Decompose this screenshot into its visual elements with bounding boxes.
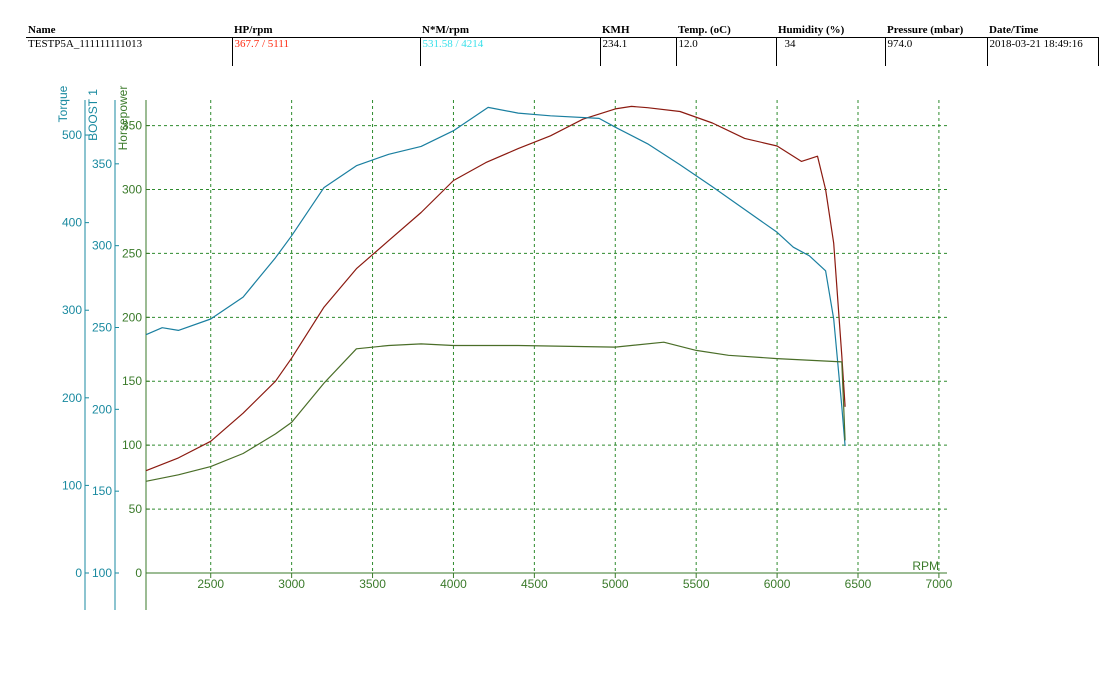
x-tick-label: 4500 (521, 577, 548, 591)
grid (146, 100, 947, 573)
y-tick-label: 300 (92, 239, 112, 253)
y-tick-label: 250 (122, 246, 142, 260)
series-line-boost-1 (145, 341, 846, 482)
y-axis-title: Horsepower (116, 86, 130, 151)
x-tick-label: 5500 (683, 577, 710, 591)
y-tick-label: 200 (62, 391, 82, 405)
y-tick-label: 100 (92, 566, 112, 580)
y-tick-label: 100 (122, 438, 142, 452)
y-tick-label: 350 (92, 157, 112, 171)
x-tick-label: 2500 (197, 577, 224, 591)
y-tick-label: 100 (62, 478, 82, 492)
x-tick-label: 5000 (602, 577, 629, 591)
x-tick-label: 4000 (440, 577, 467, 591)
y-tick-label: 150 (92, 484, 112, 498)
y-axis-title: Torque (56, 85, 70, 122)
x-tick-label: 6000 (764, 577, 791, 591)
x-tick-label: 3000 (278, 577, 305, 591)
y-tick-label: 250 (92, 320, 112, 334)
y-axis-title: BOOST 1 (86, 89, 100, 141)
y-tick-label: 400 (62, 216, 82, 230)
series (145, 105, 846, 482)
x-tick-label: 6500 (845, 577, 872, 591)
y-tick-label: 500 (62, 128, 82, 142)
axes: 2500 3000 3500 4000 4500 5000 5500 6000 6500 7000… (56, 85, 953, 610)
x-axis-label: RPM (912, 559, 939, 573)
dyno-chart: 2500 3000 3500 4000 4500 5000 5500 6000 6500 7000… (56, 85, 953, 610)
y-tick-label: 0 (135, 566, 142, 580)
y-tick-label: 50 (129, 502, 143, 516)
x-tick-label: 3500 (359, 577, 386, 591)
y-tick-label: 0 (75, 566, 82, 580)
y-tick-label: 300 (62, 303, 82, 317)
y-tick-label: 200 (122, 310, 142, 324)
y-tick-label: 200 (92, 402, 112, 416)
x-tick-label: 7000 (926, 577, 953, 591)
y-tick-label: 300 (122, 182, 142, 196)
y-tick-label: 150 (122, 374, 142, 388)
